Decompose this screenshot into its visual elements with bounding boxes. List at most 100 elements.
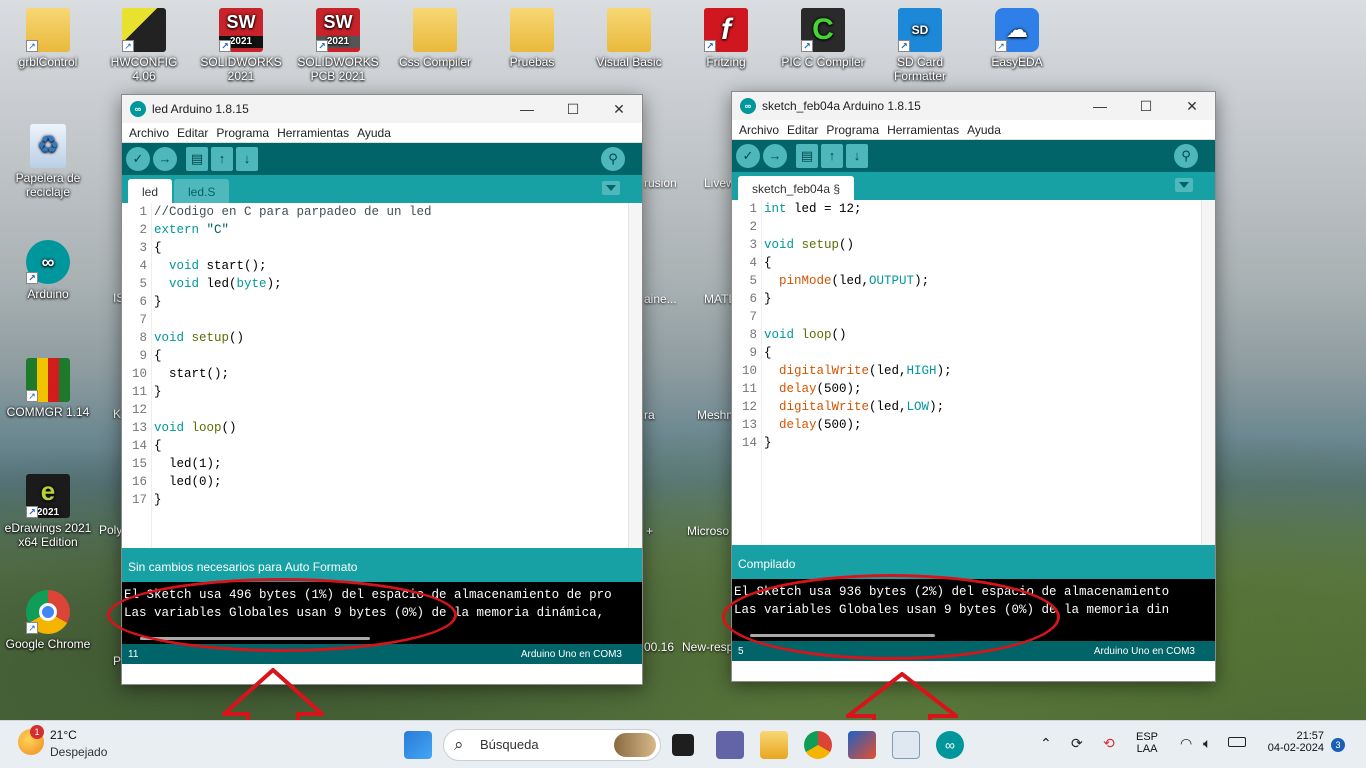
code-editor[interactable]: 1 2 3 4 5 6 7 8 9 10 11 12 13 14 int led = 12; void se… — [732, 200, 1215, 545]
desktop-icon-hwconfig[interactable]: ↗ HWCONFIG 4.06 — [98, 8, 190, 83]
code-line[interactable]: { — [154, 347, 626, 365]
code-line[interactable] — [154, 311, 626, 329]
code-line[interactable]: { — [154, 239, 626, 257]
language-indicator[interactable]: ESP LAA — [1136, 731, 1158, 755]
arduino-taskbar-icon[interactable]: ∞ — [936, 731, 964, 759]
upload-icon[interactable]: → — [153, 147, 177, 171]
code-line[interactable]: extern "C" — [154, 221, 626, 239]
desktop-icon-fritzing[interactable]: f ↗ Fritzing — [680, 8, 772, 69]
desktop-icon-pruebas[interactable]: Pruebas — [486, 8, 578, 69]
desktop-icon-solidworks-pcb[interactable]: SW 2021 ↗ SOLIDWORKS PCB 2021 — [292, 8, 384, 83]
desktop-icon-solidworks[interactable]: SW 2021 ↗ SOLIDWORKS 2021 — [195, 8, 287, 83]
code-line[interactable]: { — [764, 254, 1199, 272]
code-line[interactable]: int led = 12; — [764, 200, 1199, 218]
desktop-icon-easyeda[interactable]: ☁ ↗ EasyEDA — [971, 8, 1063, 69]
code-line[interactable]: pinMode(led,OUTPUT); — [764, 272, 1199, 290]
search-box[interactable]: ⌕ Búsqueda — [443, 729, 661, 761]
menu-archivo[interactable]: Archivo — [735, 123, 783, 137]
menu-ayuda[interactable]: Ayuda — [963, 123, 1005, 137]
maximize-button[interactable]: ☐ — [550, 95, 596, 123]
save-sketch-icon[interactable]: ↓ — [846, 144, 868, 168]
code-line[interactable]: { — [154, 437, 626, 455]
battery-icon[interactable] — [1228, 737, 1246, 747]
code-line[interactable]: { — [764, 344, 1199, 362]
desktop-icon-chrome[interactable]: ↗ Google Chrome — [2, 590, 94, 651]
menu-herramientas[interactable]: Herramientas — [273, 126, 353, 140]
weather-desc[interactable]: Despejado — [50, 745, 107, 759]
minimize-button[interactable]: — — [504, 95, 550, 123]
desktop-icon-edrawings[interactable]: e 2021 ↗ eDrawings 2021 x64 Edition — [2, 474, 94, 549]
menu-editar[interactable]: Editar — [783, 123, 822, 137]
vertical-scrollbar[interactable] — [628, 203, 642, 548]
code-line[interactable]: delay(500); — [764, 380, 1199, 398]
verify-icon[interactable]: ✓ — [126, 147, 150, 171]
code-line[interactable]: void led(byte); — [154, 275, 626, 293]
tab-led-s[interactable]: led.S — [174, 179, 230, 203]
file-explorer-icon[interactable] — [760, 731, 788, 759]
code-line[interactable]: led(0); — [154, 473, 626, 491]
code-line[interactable]: void setup() — [764, 236, 1199, 254]
tray-chevron-up-icon[interactable]: ⌃ — [1040, 735, 1052, 752]
code-line[interactable]: void start(); — [154, 257, 626, 275]
code-line[interactable] — [154, 401, 626, 419]
save-sketch-icon[interactable]: ↓ — [236, 147, 258, 171]
desktop-icon-commgr[interactable]: ↗ COMMGR 1.14 — [2, 358, 94, 419]
chrome-taskbar-icon[interactable] — [804, 731, 832, 759]
code-line[interactable]: } — [764, 434, 1199, 452]
code-line[interactable]: } — [764, 290, 1199, 308]
open-sketch-icon[interactable]: ↑ — [821, 144, 843, 168]
menu-programa[interactable]: Programa — [212, 126, 273, 140]
minimize-button[interactable]: — — [1077, 92, 1123, 120]
serial-monitor-icon[interactable]: ⚲ — [1174, 144, 1198, 168]
serial-monitor-icon[interactable]: ⚲ — [601, 147, 625, 171]
desktop-icon-pic-c[interactable]: C ↗ PIC C Compiler — [777, 8, 869, 69]
desktop-icon-css-compiler[interactable]: Css Compiler — [389, 8, 481, 69]
code-editor[interactable]: 1 2 3 4 5 6 7 8 9 10 11 12 13 14 15 16 17 //Codigo en C … — [122, 203, 642, 548]
menu-editar[interactable]: Editar — [173, 126, 212, 140]
title-bar[interactable]: ∞ sketch_feb04a Arduino 1.8.15 — ☐ ✕ — [732, 92, 1215, 120]
new-sketch-icon[interactable]: ▤ — [186, 147, 208, 171]
code-line[interactable]: } — [154, 293, 626, 311]
wifi-icon[interactable]: ◠ — [1180, 735, 1192, 752]
tab-led[interactable]: led — [128, 179, 173, 203]
desktop-icon-recycle-bin[interactable]: ♻ Papelera de reciclaje — [2, 124, 94, 199]
code-area[interactable]: int led = 12; void setup(){ pinMode(led,O… — [764, 200, 1199, 452]
desktop-icon-sd-card[interactable]: SD ↗ SD Card Formatter — [874, 8, 966, 83]
menu-ayuda[interactable]: Ayuda — [353, 126, 395, 140]
desktop-icon-arduino[interactable]: ∞ ↗ Arduino — [2, 240, 94, 301]
notification-count[interactable]: 3 — [1331, 738, 1345, 752]
desktop-icon-grblcontrol[interactable]: ↗ grblControl — [2, 8, 94, 69]
menu-herramientas[interactable]: Herramientas — [883, 123, 963, 137]
code-line[interactable]: } — [154, 383, 626, 401]
code-line[interactable]: void loop() — [154, 419, 626, 437]
code-line[interactable]: digitalWrite(led,LOW); — [764, 398, 1199, 416]
open-sketch-icon[interactable]: ↑ — [211, 147, 233, 171]
code-line[interactable] — [764, 308, 1199, 326]
code-line[interactable]: led(1); — [154, 455, 626, 473]
tab-sketch-feb04a[interactable]: sketch_feb04a § — [738, 176, 855, 200]
volume-icon[interactable]: 🔈︎ — [1203, 735, 1211, 752]
title-bar[interactable]: ∞ led Arduino 1.8.15 — ☐ ✕ — [122, 95, 642, 123]
tray-update-icon[interactable]: ⟲ — [1103, 735, 1115, 752]
clock[interactable]: 21:57 04-02-2024 — [1258, 730, 1324, 754]
menu-programa[interactable]: Programa — [822, 123, 883, 137]
maximize-button[interactable]: ☐ — [1123, 92, 1169, 120]
code-line[interactable]: digitalWrite(led,HIGH); — [764, 362, 1199, 380]
weather-temp[interactable]: 21°C — [50, 728, 77, 742]
tab-menu-chevron-down-icon[interactable] — [602, 181, 620, 195]
verify-icon[interactable]: ✓ — [736, 144, 760, 168]
code-line[interactable] — [764, 218, 1199, 236]
weather-sun-icon[interactable]: 1 — [18, 725, 44, 755]
code-line[interactable]: void loop() — [764, 326, 1199, 344]
tab-menu-chevron-down-icon[interactable] — [1175, 178, 1193, 192]
code-line[interactable]: } — [154, 491, 626, 509]
close-button[interactable]: ✕ — [1169, 92, 1215, 120]
teams-chat-icon[interactable] — [716, 731, 744, 759]
close-button[interactable]: ✕ — [596, 95, 642, 123]
upload-icon[interactable]: → — [763, 144, 787, 168]
start-windows-icon[interactable] — [404, 731, 432, 759]
photos-viewer-icon[interactable] — [892, 731, 920, 759]
tray-sync-icon[interactable]: ⟳ — [1071, 735, 1083, 752]
code-line[interactable]: //Codigo en C para parpadeo de un led — [154, 203, 626, 221]
vertical-scrollbar[interactable] — [1201, 200, 1215, 545]
